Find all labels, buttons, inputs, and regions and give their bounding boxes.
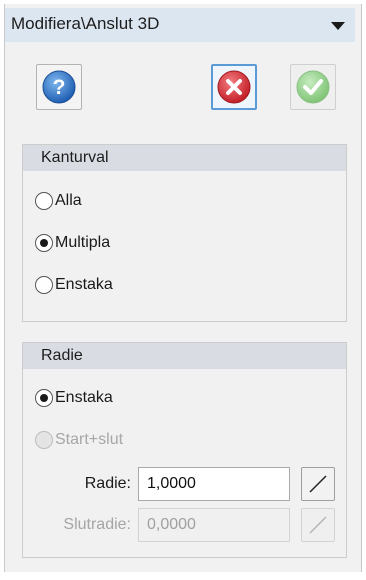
ok-button[interactable]	[290, 64, 336, 110]
radius-label: Radie:	[84, 475, 131, 492]
radio-start-slut: Start+slut	[35, 429, 123, 451]
cancel-button[interactable]	[211, 64, 257, 110]
svg-text:?: ?	[53, 76, 66, 99]
collapse-arrow-icon[interactable]	[331, 22, 345, 30]
green-check-icon	[296, 70, 330, 104]
radius-group: Radie Enstaka Start+slut Radie: Slutradi…	[22, 342, 347, 558]
end-radius-input	[138, 508, 290, 542]
group-header-label: Radie	[41, 347, 83, 364]
radius-input[interactable]	[138, 467, 290, 501]
group-header: Radie	[23, 343, 346, 369]
radio-label: Multipla	[55, 234, 111, 251]
radio-label: Enstaka	[55, 389, 113, 406]
group-header: Kanturval	[23, 145, 346, 171]
radio-multipla[interactable]: Multipla	[35, 232, 110, 254]
radio-radius-enstaka[interactable]: Enstaka	[35, 387, 113, 409]
radio-label: Enstaka	[55, 276, 113, 293]
edge-selection-group: Kanturval Alla Multipla Enstaka	[22, 144, 347, 322]
red-x-icon	[217, 70, 251, 104]
group-header-label: Kanturval	[41, 149, 109, 166]
radio-circle-selected[interactable]	[35, 234, 53, 252]
diagonal-line-icon	[309, 516, 327, 534]
help-button[interactable]: ?	[36, 64, 82, 110]
radio-circle-disabled	[35, 431, 53, 449]
end-radius-label: Slutradie:	[63, 516, 131, 533]
question-icon: ?	[42, 70, 76, 104]
radio-circle-selected[interactable]	[35, 389, 53, 407]
radio-label: Start+slut	[55, 431, 124, 448]
radio-alla[interactable]: Alla	[35, 190, 82, 212]
radio-circle[interactable]	[35, 192, 53, 210]
radio-circle[interactable]	[35, 276, 53, 294]
title-bar[interactable]: Modifiera\Anslut 3D	[5, 8, 355, 42]
end-radius-pick-button	[301, 508, 335, 542]
dialog-title: Modifiera\Anslut 3D	[11, 14, 160, 33]
radio-enstaka[interactable]: Enstaka	[35, 274, 113, 296]
diagonal-line-icon	[309, 475, 327, 493]
radius-pick-button[interactable]	[301, 467, 335, 501]
radio-label: Alla	[55, 192, 82, 209]
